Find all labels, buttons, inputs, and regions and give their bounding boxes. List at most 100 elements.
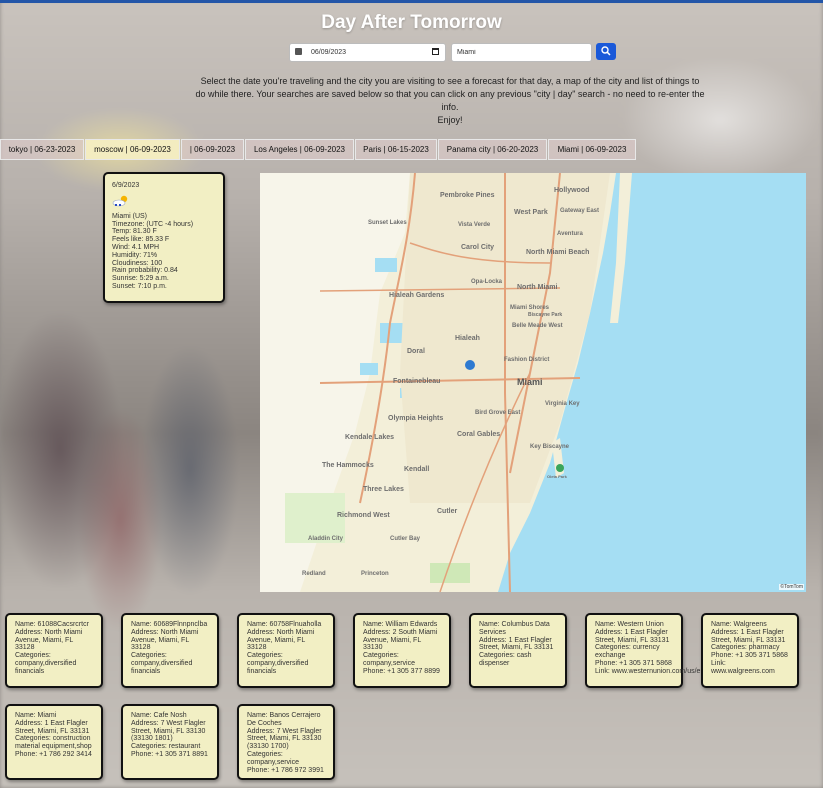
place-address: Address: North Miami Avenue, Miami, FL 3… [247,628,315,652]
place-address: Address: North Miami Avenue, Miami, FL 3… [15,628,83,652]
map-label: Gateway East [560,208,600,214]
map-label: Richmond West [337,512,390,519]
weather-city: Miami (US) [112,212,147,220]
city-input[interactable] [451,43,592,62]
place-phone: Phone: +1 305 371 5868 [595,659,672,667]
place-address: Address: 1 East Flagler Street, Miami, F… [479,636,554,652]
place-card: Name: 60689Flnnpnclba Address: North Mia… [121,613,219,688]
place-name: Name: Walgreens [711,621,767,628]
instructions-enjoy: Enjoy! [437,115,463,125]
history-button[interactable]: Los Angeles | 06-09-2023 [245,139,354,160]
place-phone: Phone: +1 305 371 5868 [711,652,788,660]
map-label: Coral Gables [457,431,501,438]
city-map[interactable]: Hollywood Pembroke Pines West Park Gatew… [260,173,806,592]
place-address: Address: 7 West Flagler Street, Miami, F… [131,719,206,743]
place-phone: Phone: +1 786 292 3414 [15,750,92,758]
map-label: North Miami Beach [526,249,590,256]
instructions: Select the date you're traveling and the… [195,75,705,127]
map-label: Doral [407,348,425,355]
date-input[interactable]: 06/09/2023 [289,43,446,62]
map-label: Carol City [461,244,495,251]
place-phone: Phone: +1 305 371 8891 [131,750,208,758]
map-label: Three Lakes [363,486,404,493]
top-accent-bar [0,0,823,3]
place-card: Name: William Edwards Address: 2 South M… [353,613,451,688]
map-label: Cutler Bay [390,536,421,542]
map-label: Kendall [404,466,430,473]
weather-date: 6/9/2023 [112,182,140,189]
place-phone: Phone: +1 305 377 8899 [363,667,440,675]
place-link[interactable]: Link: www.walgreens.com [711,660,789,676]
map-label: North Miami [517,284,558,291]
date-input-value: 06/09/2023 [311,49,347,56]
map-label: The Hammocks [322,462,374,469]
weather-rain: Rain probability: 0.84 [112,267,178,275]
map-label: Miami Shores [510,305,550,311]
partly-cloudy-icon [112,195,128,207]
place-categories: Categories: currency exchange [595,644,660,660]
place-card: Name: Western Union Address: 1 East Flag… [585,613,739,688]
map-label: Aladdin City [308,536,344,542]
weather-card: 6/9/2023 Miami (US) Timezone: (UTC -4 ho… [103,172,225,303]
place-categories: Categories: company,service [363,652,416,667]
weather-sunset: Sunset: 7:10 p.m. [112,282,167,290]
place-card: Name: 60758Flnuaholla Address: North Mia… [237,613,335,688]
place-categories: Categories: pharmacy [711,644,780,652]
map-label: Fontainebleau [393,378,441,385]
calendar-icon [295,48,302,55]
place-name: Name: Banos Cerrajero De Coches [247,712,321,727]
place-name: Name: 60758Flnuaholla [247,621,322,628]
map-label: Pembroke Pines [440,192,495,199]
map-label: Kendale Lakes [345,434,395,441]
weather-feels-like: Feels like: 85.33 F [112,236,170,244]
weather-humidity: Humidity: 71% [112,251,158,259]
place-categories: Categories: restaurant [131,743,201,751]
search-button[interactable] [596,43,616,60]
history-button[interactable]: moscow | 06-09-2023 [85,139,180,160]
instructions-text: Select the date you're traveling and the… [195,76,705,112]
weather-temp: Temp: 81.30 F [112,228,157,236]
history-button[interactable]: | 06-09-2023 [181,139,244,160]
map-label: Belle Meade West [512,323,563,329]
history-button[interactable]: Paris | 06-15-2023 [355,139,437,160]
map-label: Hialeah [455,335,480,342]
place-name: Name: Western Union [595,621,664,628]
place-link[interactable]: Link: www.westernunion.com/us/en/home.ht… [595,668,739,676]
map-label: Virginia Key [545,401,580,407]
place-name: Name: 61088Cacsrcrtcr [15,621,89,628]
place-address: Address: 1 East Flagler Street, Miami, F… [15,719,90,735]
map-label: Olympia Heights [388,415,444,422]
place-card: Name: Banos Cerrajero De Coches Address:… [237,704,335,780]
place-address: Address: 1 East Flagler Street, Miami, F… [711,628,786,644]
history-button[interactable]: tokyo | 06-23-2023 [0,139,84,160]
place-name: Name: 60689Flnnpnclba [131,621,208,628]
place-name: Name: Columbus Data Services [479,621,550,636]
map-label: Vista Verde [458,222,491,228]
place-card: Name: Cafe Nosh Address: 7 West Flagler … [121,704,219,780]
map-label: Redland [302,571,326,577]
history-button[interactable]: Panama city | 06-20-2023 [438,139,547,160]
weather-wind: Wind: 4.1 MPH [112,243,160,251]
place-address: Address: 1 East Flagler Street, Miami, F… [595,628,670,644]
map-label: Princeton [361,571,389,577]
app-title: Day After Tomorrow [321,12,502,33]
place-card: Name: Walgreens Address: 1 East Flagler … [701,613,799,688]
history-button[interactable]: Miami | 06-09-2023 [548,139,636,160]
place-phone: Phone: +1 786 972 3991 [247,766,324,774]
map-label: Bird Grove East [475,410,521,416]
place-categories: Categories: company,diversified financia… [15,652,77,675]
search-icon [601,46,611,56]
place-categories: Categories: company,diversified financia… [131,652,193,675]
map-label: West Park [514,209,548,216]
date-picker-icon[interactable] [432,48,439,55]
place-card: Name: Miami Address: 1 East Flagler Stre… [5,704,103,780]
place-categories: Categories: cash dispenser [479,652,532,667]
place-name: Name: William Edwards [363,621,438,628]
map-label: Biscayne Park [528,312,563,318]
place-name: Name: Miami [15,712,57,719]
map-label: Opa-Locka [471,279,503,285]
place-categories: Categories: company,service [247,750,300,766]
weather-cloudiness: Cloudiness: 100 [112,259,163,267]
place-card: Name: 61088Cacsrcrtcr Address: North Mia… [5,613,103,688]
map-label: Sunset Lakes [368,220,407,226]
